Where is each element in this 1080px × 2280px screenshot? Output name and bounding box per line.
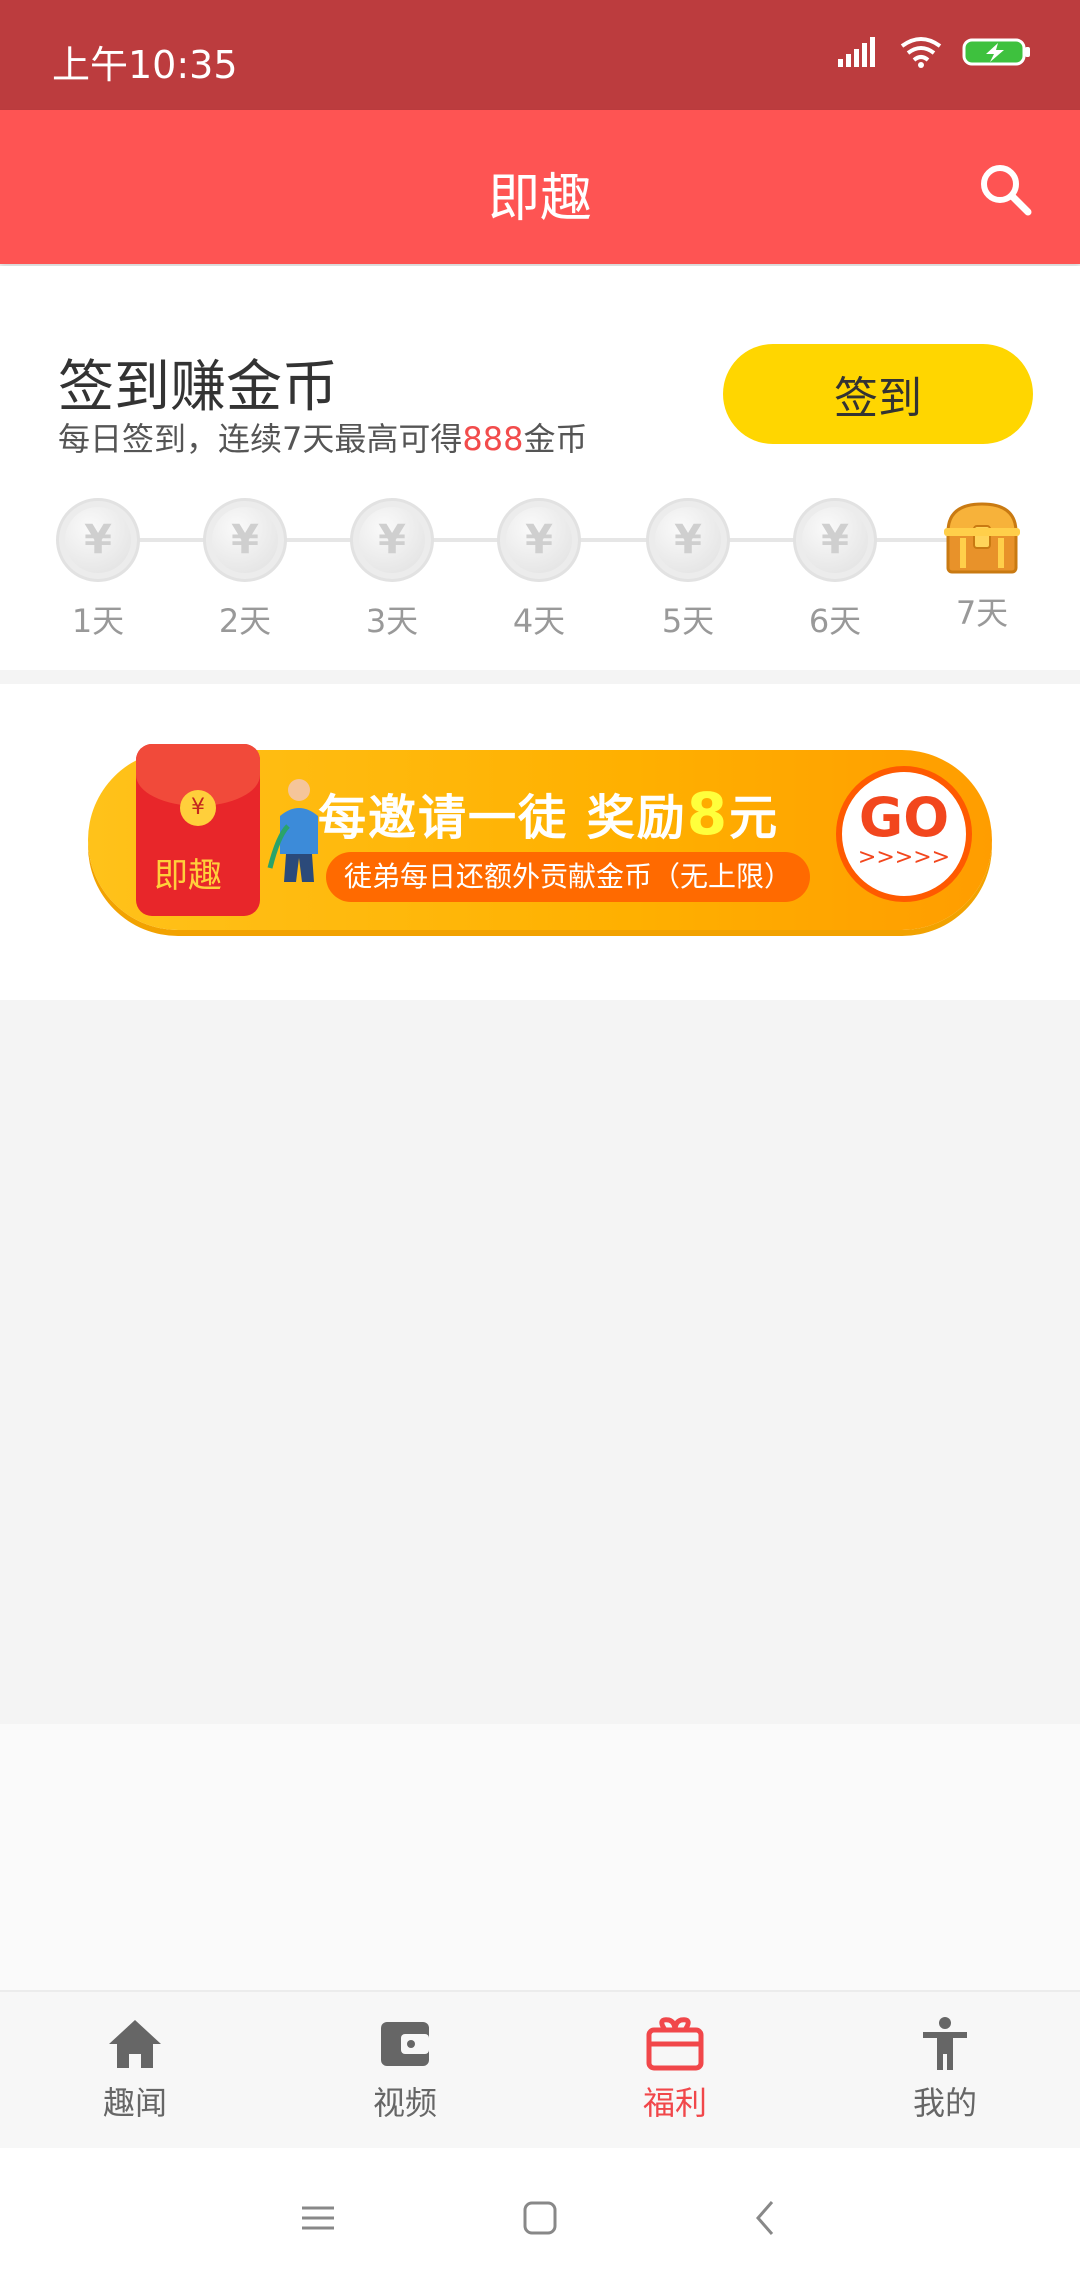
system-nav-bar (0, 2148, 1080, 2280)
coin-icon: ¥ (350, 498, 434, 582)
status-icons (838, 36, 1032, 68)
day-label: 4天 (512, 602, 566, 640)
day-label: 2天 (218, 602, 272, 640)
go-button[interactable]: GO >>>>> (836, 766, 972, 902)
bottom-nav: 趣闻 视频 福利 我的 (0, 1990, 1080, 2150)
home-square-icon[interactable] (520, 2198, 560, 2238)
checkin-day: ¥ 1天 (38, 498, 158, 642)
coin-icon: ¥ (646, 498, 730, 582)
app-title: 即趣 (487, 169, 592, 229)
content-area-empty (0, 1000, 1080, 1724)
tab-mine[interactable]: 我的 (810, 1992, 1080, 2150)
go-arrows: >>>>> (857, 845, 951, 870)
invite-banner[interactable]: ¥ 即趣 每邀请一徒 奖励8元 徒弟每日还额外贡献金币（无上限） GO >>>>… (88, 744, 992, 930)
tab-label: 视频 (372, 2084, 437, 2122)
banner-headline-after: 元 (729, 790, 780, 846)
day-label: 5天 (661, 602, 715, 640)
coin-icon: ¥ (203, 498, 287, 582)
tab-label: 趣闻 (102, 2084, 167, 2122)
day-label: 7天 (955, 594, 1009, 632)
banner-headline-before: 每邀请一徒 奖励 (318, 790, 687, 846)
checkin-button[interactable]: 签到 (723, 344, 1033, 444)
banner-brand: 即趣 (154, 856, 222, 896)
tab-welfare[interactable]: 福利 (540, 1992, 810, 2150)
tab-label: 福利 (642, 2084, 707, 2122)
menu-icon[interactable] (298, 2198, 338, 2238)
banner-subline: 徒弟每日还额外贡献金币（无上限） (326, 852, 810, 902)
home-icon (109, 2020, 161, 2068)
day-label: 3天 (365, 602, 419, 640)
wifi-icon (900, 37, 942, 68)
red-envelope-icon: ¥ 即趣 (136, 744, 260, 916)
checkin-day: ¥ 5天 (628, 498, 748, 642)
checkin-subtitle-after: 金币 (523, 420, 588, 458)
day-label: 1天 (71, 602, 125, 640)
signal-icon (838, 37, 875, 67)
person-icon (923, 2017, 967, 2070)
coin-icon: ¥ (56, 498, 140, 582)
tab-video[interactable]: 视频 (270, 1992, 540, 2150)
battery-charging-icon (962, 38, 1030, 66)
search-button[interactable] (970, 154, 1040, 224)
checkin-title: 签到赚金币 (58, 355, 338, 420)
checkin-day: ¥ 4天 (479, 498, 599, 642)
checkin-card: 签到赚金币 每日签到，连续7天最高可得888金币 签到 ¥ 1天 ¥ 2天 ¥ … (0, 266, 1080, 670)
status-bar: 上午10:35 (0, 0, 1080, 110)
back-icon[interactable] (746, 2198, 786, 2238)
banner-headline: 每邀请一徒 奖励8元 (318, 778, 779, 848)
search-icon (981, 165, 1032, 216)
checkin-subtitle-before: 每日签到，连续7天最高可得 (58, 420, 463, 458)
coin-icon: ¥ (793, 498, 877, 582)
tab-news[interactable]: 趣闻 (0, 1992, 270, 2150)
checkin-day: 7天 (922, 498, 1042, 634)
day-label: 6天 (808, 602, 862, 640)
checkin-subtitle-highlight: 888 (462, 420, 524, 458)
wallet-icon (381, 2022, 429, 2066)
banner-headline-number: 8 (686, 780, 730, 848)
checkin-subtitle: 每日签到，连续7天最高可得888金币 (58, 414, 587, 460)
checkin-day: ¥ 2天 (185, 498, 305, 642)
gift-icon (646, 2017, 704, 2071)
checkin-day: ¥ 6天 (775, 498, 895, 642)
app-header: 即趣 (0, 110, 1080, 264)
status-time: 上午10:35 (52, 43, 238, 87)
treasure-chest-icon (944, 502, 1020, 574)
tab-label: 我的 (912, 2084, 977, 2122)
checkin-day: ¥ 3天 (332, 498, 452, 642)
coin-icon: ¥ (497, 498, 581, 582)
invite-banner-section: ¥ 即趣 每邀请一徒 奖励8元 徒弟每日还额外贡献金币（无上限） GO >>>>… (0, 684, 1080, 1000)
go-label: GO (858, 786, 950, 849)
content-area-footer-empty (0, 1724, 1080, 1990)
